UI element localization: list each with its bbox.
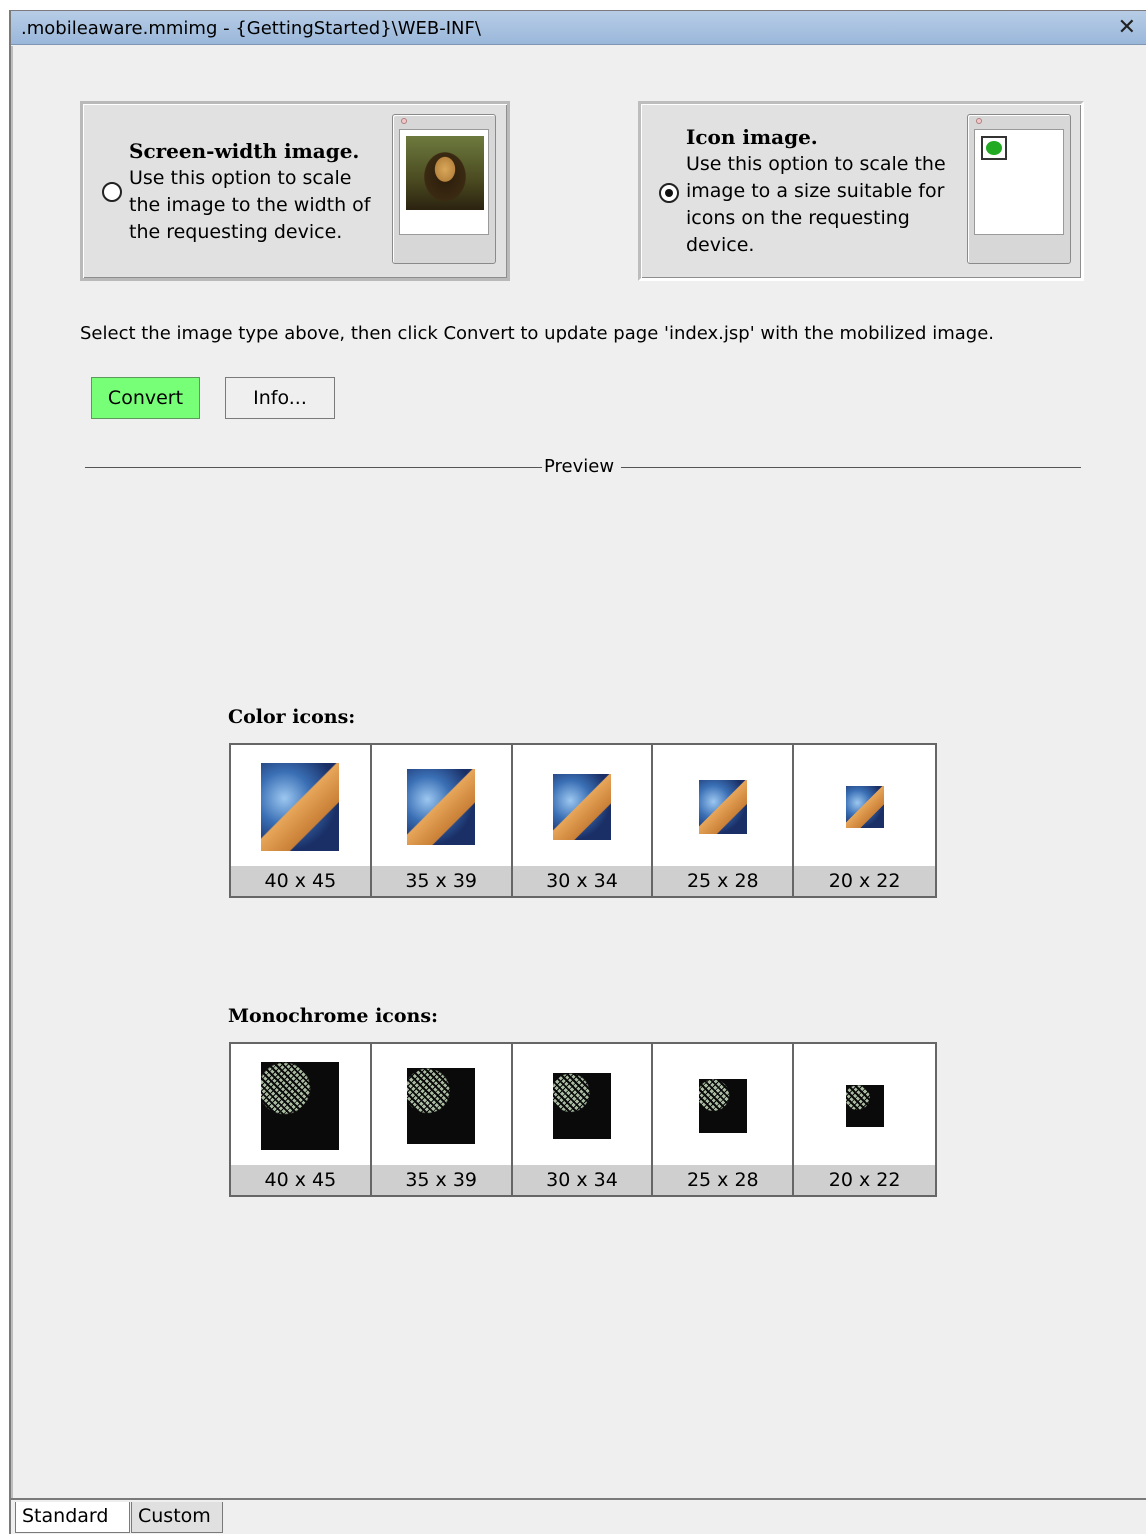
green-circle-icon [981, 136, 1007, 160]
monochrome-icon-cell: 40 x 45 [231, 1044, 372, 1195]
phone-preview-image [392, 114, 496, 264]
icon-size-label: 30 x 34 [512, 1165, 652, 1195]
icon-size-label: 35 x 39 [371, 866, 511, 896]
icon-size-label: 25 x 28 [653, 1165, 793, 1195]
preview-divider-right [621, 467, 1081, 468]
icon-size-label: 40 x 45 [231, 1165, 370, 1195]
icon-size-label: 20 x 22 [794, 866, 935, 896]
icon-option-text: Icon image. Use this option to scale the… [686, 124, 956, 259]
monochrome-icons-title: Monochrome icons: [228, 1005, 439, 1027]
icon-size-label: 35 x 39 [371, 1165, 511, 1195]
icon-size-label: 30 x 34 [512, 866, 652, 896]
color-icons-title: Color icons: [228, 706, 356, 728]
color-icon-image [407, 769, 476, 845]
info-button[interactable]: Info... [225, 377, 335, 419]
window-title: .mobileaware.mmimg - {GettingStarted}\WE… [21, 18, 481, 39]
device-screen [974, 129, 1064, 235]
icon-option-title: Icon image. [686, 125, 818, 149]
monochrome-icon-image [407, 1068, 476, 1144]
color-icon-image [552, 774, 611, 840]
icon-size-label: 40 x 45 [231, 866, 370, 896]
editor-window: .mobileaware.mmimg - {GettingStarted}\WE… [9, 10, 1146, 1534]
color-icon-image [845, 786, 884, 828]
icon-size-label: 25 x 28 [653, 866, 793, 896]
color-icon-cell: 40 x 45 [231, 745, 372, 896]
screen-width-option-panel[interactable]: Screen-width image. Use this option to s… [80, 101, 510, 281]
screen-width-description: Use this option to scale the image to th… [129, 167, 371, 243]
monochrome-icon-cell: 25 x 28 [653, 1044, 795, 1195]
title-bar: .mobileaware.mmimg - {GettingStarted}\WE… [11, 11, 1146, 45]
screen-width-radio[interactable] [102, 182, 122, 202]
close-icon[interactable]: ✕ [1118, 15, 1136, 40]
device-led-icon [976, 118, 982, 124]
screen-width-title: Screen-width image. [129, 139, 360, 163]
monochrome-icon-image [261, 1062, 340, 1150]
monochrome-icon-cell: 35 x 39 [371, 1044, 513, 1195]
color-icon-cell: 25 x 28 [653, 745, 795, 896]
convert-button[interactable]: Convert [91, 377, 200, 419]
monochrome-icon-cell: 20 x 22 [794, 1044, 935, 1195]
color-icons-grid: 40 x 45 35 x 39 30 x 34 25 x 28 20 x 22 [229, 743, 937, 898]
monochrome-icon-cell: 30 x 34 [512, 1044, 654, 1195]
icon-option-panel[interactable]: Icon image. Use this option to scale the… [638, 101, 1084, 281]
color-icon-cell: 30 x 34 [512, 745, 654, 896]
device-screen [399, 129, 489, 235]
icon-radio[interactable] [659, 183, 679, 203]
monochrome-icon-image [698, 1079, 747, 1133]
color-icon-image [261, 763, 340, 851]
tab-custom[interactable]: Custom [131, 1502, 223, 1533]
phone-icon-preview-image [967, 114, 1071, 264]
instruction-text: Select the image type above, then click … [80, 323, 994, 344]
preview-label: Preview [544, 456, 615, 477]
color-icon-image [698, 780, 747, 834]
screen-width-option-text: Screen-width image. Use this option to s… [129, 138, 379, 246]
editor-tab-bar: Standard Custom [11, 1498, 1146, 1534]
monochrome-icon-image [552, 1073, 611, 1139]
icon-size-label: 20 x 22 [794, 1165, 935, 1195]
tab-standard[interactable]: Standard [15, 1502, 130, 1533]
editor-content: Screen-width image. Use this option to s… [11, 46, 1146, 1498]
device-led-icon [401, 118, 407, 124]
monochrome-icons-grid: 40 x 45 35 x 39 30 x 34 25 x 28 20 x 22 [229, 1042, 937, 1197]
color-icon-cell: 35 x 39 [371, 745, 513, 896]
mona-lisa-thumbnail-icon [406, 136, 484, 210]
preview-divider-left [85, 467, 542, 468]
icon-option-description: Use this option to scale the image to a … [686, 153, 946, 256]
monochrome-icon-image [845, 1085, 884, 1127]
color-icon-cell: 20 x 22 [794, 745, 935, 896]
